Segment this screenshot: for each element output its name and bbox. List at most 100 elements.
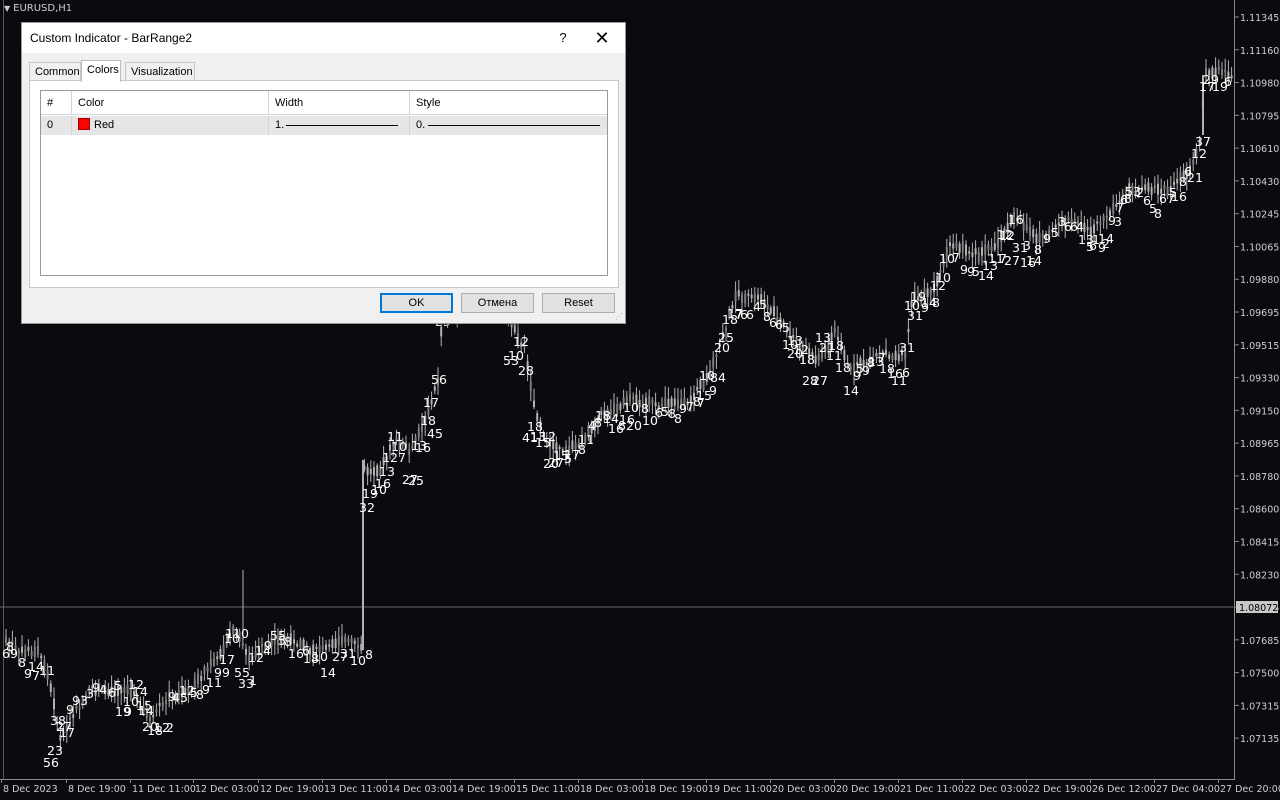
- time-tick-label: 20 Dec 19:00: [836, 784, 900, 795]
- candle-body: [245, 648, 247, 655]
- time-tick-label: 27 Dec 04:00: [1156, 784, 1220, 795]
- style-cell[interactable]: 0.: [410, 116, 607, 135]
- help-button[interactable]: ?: [553, 28, 573, 48]
- bar-range-label: 14: [1026, 253, 1042, 268]
- candle-body: [293, 639, 295, 644]
- candle-body: [216, 656, 219, 660]
- candle-body: [40, 655, 43, 659]
- candle-body: [737, 290, 740, 297]
- candle-body: [369, 468, 372, 475]
- chart-symbol-label: ▼ EURUSD,H1: [4, 3, 72, 14]
- colors-tab-panel: # Color Width Style 0 Red 1. 0.: [29, 80, 619, 288]
- candle-body: [353, 640, 356, 645]
- tab-colors[interactable]: Colors: [81, 60, 121, 82]
- bar-range-label: 13: [379, 464, 395, 479]
- candle-body: [1112, 202, 1115, 214]
- time-tick-label: 8 Dec 19:00: [68, 784, 126, 795]
- bar-range-label: 14: [132, 684, 148, 699]
- candle-body: [350, 638, 353, 644]
- candle-body: [337, 636, 340, 646]
- bar-range-label: 1: [249, 673, 257, 688]
- time-tick-label: 8 Dec 2023: [3, 784, 58, 795]
- bar-range-label: 53: [503, 353, 519, 368]
- symbol-text: EURUSD,H1: [13, 3, 73, 14]
- candle-body: [955, 241, 958, 248]
- time-tick-label: 27 Dec 20:00: [1220, 784, 1280, 795]
- column-header-width: Width: [269, 91, 410, 115]
- color-cell[interactable]: Red: [72, 116, 269, 135]
- color-swatch-icon: [78, 118, 90, 130]
- candle-body: [977, 252, 980, 262]
- tab-common[interactable]: Common: [29, 62, 81, 81]
- price-tick-label: 1.08230: [1240, 570, 1279, 581]
- candle-body: [897, 354, 900, 361]
- candle-body: [971, 252, 974, 258]
- bar-range-label: 16: [1171, 189, 1187, 204]
- candle-body: [952, 243, 955, 249]
- dialog-titlebar[interactable]: Custom Indicator - BarRange2 ? ✕: [22, 23, 625, 53]
- candle-body: [1025, 224, 1028, 231]
- price-tick-label: 1.07685: [1240, 636, 1279, 647]
- price-tick-label: 1.10245: [1240, 210, 1279, 221]
- bar-range-label: 16: [415, 440, 431, 455]
- candle-body: [632, 396, 635, 400]
- bar-range-label: 17: [59, 725, 75, 740]
- bar-range-label: 21: [1187, 170, 1203, 185]
- time-tick-label: 14 Dec 19:00: [452, 784, 516, 795]
- candle-body: [1029, 226, 1031, 236]
- price-tick-label: 1.11345: [1240, 13, 1279, 24]
- bar-range-label: 3: [1114, 214, 1122, 229]
- bar-range-label: 27: [812, 373, 828, 388]
- candle-body: [123, 687, 126, 693]
- time-tick-label: 22 Dec 19:00: [1028, 784, 1092, 795]
- candle-body: [949, 242, 951, 246]
- bar-range-label: 10: [350, 653, 366, 668]
- time-tick-label: 21 Dec 11:00: [900, 784, 964, 795]
- candle-body: [1153, 185, 1156, 189]
- price-tick-label: 1.08780: [1240, 472, 1279, 483]
- price-tick-label: 1.10430: [1240, 177, 1279, 188]
- width-cell[interactable]: 1.: [269, 116, 410, 135]
- bar-range-label: 6: [902, 365, 910, 380]
- current-price-label: 1.08072: [1239, 603, 1278, 614]
- reset-button[interactable]: Reset: [542, 293, 615, 313]
- price-tick-label: 1.10795: [1240, 111, 1279, 122]
- column-header-color: Color: [72, 91, 269, 115]
- bar-range-label: 8: [365, 647, 373, 662]
- price-tick-label: 1.10610: [1240, 144, 1279, 155]
- candle-body: [712, 357, 715, 368]
- bar-range-label: 14: [843, 383, 859, 398]
- bar-range-label: 10: [312, 649, 328, 664]
- candle-body: [993, 243, 996, 250]
- price-tick-label: 1.09150: [1240, 406, 1279, 417]
- price-tick-label: 1.07315: [1240, 701, 1279, 712]
- candle-body: [17, 650, 20, 654]
- candle-body: [1147, 182, 1150, 192]
- close-icon[interactable]: ✕: [590, 27, 614, 49]
- price-tick-label: 1.11160: [1240, 46, 1279, 57]
- bar-range-label: 99: [214, 665, 230, 680]
- candle-body: [744, 293, 747, 304]
- custom-indicator-dialog: Custom Indicator - BarRange2 ? ✕ Common …: [21, 22, 626, 324]
- candle-body: [619, 403, 622, 410]
- candle-body: [833, 327, 836, 334]
- price-tick-label: 1.08415: [1240, 537, 1279, 548]
- candle-body: [1176, 178, 1179, 184]
- bar-range-label: 9: [709, 383, 717, 398]
- price-tick-label: 1.07500: [1240, 669, 1279, 680]
- candle-body: [33, 647, 36, 658]
- candle-body: [27, 646, 30, 651]
- time-tick-label: 13 Dec 11:00: [324, 784, 388, 795]
- price-tick-label: 1.10065: [1240, 242, 1279, 253]
- candle-body: [334, 638, 337, 648]
- candle-body: [894, 350, 897, 361]
- chart-menu-icon[interactable]: ▼: [4, 4, 10, 13]
- bar-range-label: 14: [320, 665, 336, 680]
- candle-body: [1102, 215, 1105, 222]
- time-tick-label: 15 Dec 11:00: [516, 784, 580, 795]
- tab-visualization[interactable]: Visualization: [125, 62, 195, 81]
- resize-grip-icon[interactable]: ⋰: [615, 312, 623, 321]
- cancel-button[interactable]: Отмена: [461, 293, 534, 313]
- ok-button[interactable]: OK: [380, 293, 453, 313]
- candle-body: [1086, 226, 1089, 230]
